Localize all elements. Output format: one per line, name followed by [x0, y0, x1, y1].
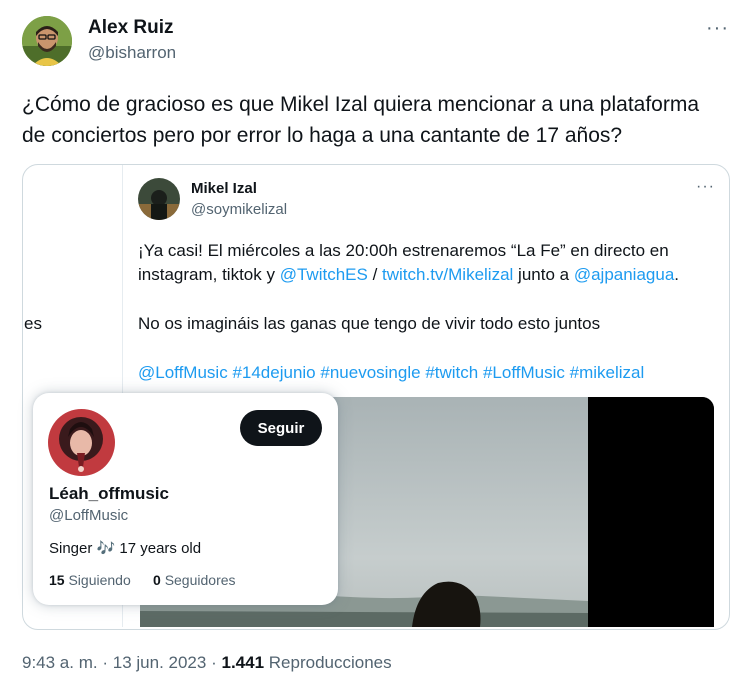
tag-item[interactable]: #mikelizal	[570, 363, 645, 382]
quoted-line-2: instagram, tiktok y @TwitchES / twitch.t…	[138, 263, 679, 287]
quoted-line-2-end: .	[674, 265, 680, 284]
author-name[interactable]: Alex Ruiz	[88, 17, 174, 39]
quoted-more-options-icon[interactable]: ···	[696, 178, 715, 196]
quoted-author-handle[interactable]: @soymikelizal	[191, 201, 287, 218]
tag-item[interactable]: #twitch	[425, 363, 478, 382]
quoted-author-avatar[interactable]	[138, 178, 180, 220]
following-count: 15	[49, 572, 65, 588]
hover-card-avatar[interactable]	[48, 409, 115, 476]
tag-item[interactable]: #LoffMusic	[483, 363, 565, 382]
tweet-metadata: 9:43 a. m. · 13 jun. 2023 · 1.441 Reprod…	[22, 653, 392, 673]
hashtag-line: @LoffMusic #14dejunio #nuevosingle #twit…	[138, 361, 644, 385]
quoted-line-3: No os imagináis las ganas que tengo de v…	[138, 314, 601, 333]
more-options-icon[interactable]: ···	[706, 17, 729, 40]
views-count: 1.441	[221, 653, 265, 672]
followers-count: 0	[153, 572, 161, 588]
author-avatar[interactable]	[22, 16, 72, 66]
quoted-line-2-text-a: instagram, tiktok y	[138, 265, 280, 284]
followers-label: Seguidores	[164, 572, 236, 588]
following-stat[interactable]: 15 Siguiendo	[49, 572, 131, 588]
following-label: Siguiendo	[68, 572, 131, 588]
quoted-line-2-sep: /	[367, 265, 383, 284]
hover-card-handle[interactable]: @LoffMusic	[49, 507, 128, 524]
views-label: Reproducciones	[268, 653, 392, 672]
bio-text-a: Singer	[49, 540, 93, 557]
author-avatar-image	[22, 16, 72, 66]
tweet-date[interactable]: 13 jun. 2023	[113, 653, 207, 672]
quoted-author-name[interactable]: Mikel Izal	[191, 180, 257, 197]
tag-item[interactable]: #nuevosingle	[320, 363, 420, 382]
tag-item[interactable]: @LoffMusic	[138, 363, 228, 382]
meta-separator: ·	[211, 653, 217, 672]
mention-ajpaniagua[interactable]: @ajpaniagua	[574, 265, 674, 284]
hover-card-name[interactable]: Léah_offmusic	[49, 484, 169, 504]
meta-separator: ·	[102, 653, 109, 672]
bio-text-b: 17 years old	[119, 540, 202, 557]
tag-item[interactable]: #14dejunio	[232, 363, 315, 382]
quoted-line-1: ¡Ya casi! El miércoles a las 20:00h estr…	[138, 241, 669, 260]
followers-stat[interactable]: 0 Seguidores	[153, 572, 236, 588]
quoted-line-2-text-b: junto a	[513, 265, 574, 284]
follow-button[interactable]: Seguir	[240, 410, 322, 446]
author-handle[interactable]: @bisharron	[88, 43, 176, 63]
tweet-time[interactable]: 9:43 a. m.	[22, 653, 98, 672]
tweet-text: ¿Cómo de gracioso es que Mikel Izal quie…	[22, 93, 700, 147]
hover-avatar-image	[48, 409, 115, 476]
link-twitch-channel[interactable]: twitch.tv/Mikelizal	[382, 265, 513, 284]
hover-card-bio: Singer 🎶 17 years old	[49, 539, 201, 557]
quoted-avatar-image	[138, 178, 180, 220]
music-notes-icon: 🎶	[96, 540, 116, 557]
left-text-fragment: es	[24, 314, 42, 333]
mention-twitches[interactable]: @TwitchES	[280, 265, 368, 284]
